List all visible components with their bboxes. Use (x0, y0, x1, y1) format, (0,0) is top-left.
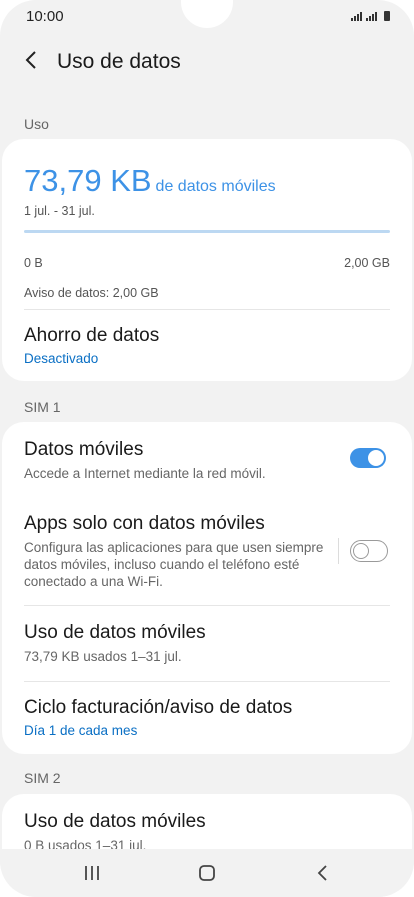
sim2-mobile-data-usage-item[interactable]: Uso de datos móviles 0 B usados 1–31 jul… (24, 811, 390, 854)
battery-icon (384, 11, 390, 21)
usage-progress-bar (24, 230, 390, 233)
toggle-knob (353, 543, 369, 559)
page-title: Uso de datos (57, 50, 181, 73)
back-icon (317, 865, 327, 881)
recent-apps-button[interactable] (80, 863, 104, 883)
screen: 10:00 Uso de datos Uso 73,79 KB de datos … (0, 0, 414, 897)
mobile-only-apps-title: Apps solo con datos móviles (24, 513, 265, 534)
toggle-knob (367, 449, 385, 467)
usage-amount: 73,79 KB (24, 163, 152, 198)
data-saver-status: Desactivado (24, 351, 99, 366)
usage-period: 1 jul. - 31 jul. (24, 204, 95, 218)
sim2-mobile-data-usage-title: Uso de datos móviles (24, 811, 206, 832)
mobile-data-usage-item[interactable]: Uso de datos móviles 73,79 KB usados 1–3… (24, 622, 390, 665)
section-label-uso: Uso (24, 116, 49, 132)
nav-back-button[interactable] (311, 863, 335, 883)
camera-notch (181, 0, 233, 28)
mobile-data-desc: Accede a Internet mediante la red móvil. (24, 466, 266, 481)
recent-apps-icon (85, 866, 99, 880)
data-saver-item[interactable]: Ahorro de datos Desactivado (24, 325, 390, 366)
billing-cycle-title: Ciclo facturación/aviso de datos (24, 697, 293, 718)
divider (24, 681, 390, 682)
divider (24, 605, 390, 606)
navigation-bar (0, 849, 414, 897)
billing-cycle-desc: Día 1 de cada mes (24, 723, 138, 738)
mobile-only-apps-item[interactable]: Apps solo con datos móviles Configura la… (24, 513, 332, 590)
mobile-data-toggle[interactable] (350, 448, 386, 468)
data-saver-title: Ahorro de datos (24, 325, 160, 346)
mobile-data-usage-title: Uso de datos móviles (24, 622, 206, 643)
billing-cycle-item[interactable]: Ciclo facturación/aviso de datos Día 1 d… (24, 697, 390, 738)
signal-icon (366, 12, 377, 21)
usage-scale-max: 2,00 GB (344, 256, 390, 270)
status-bar: 10:00 (0, 0, 414, 34)
home-button[interactable] (195, 863, 219, 883)
back-arrow-icon (25, 51, 36, 69)
section-label-sim2: SIM 2 (24, 770, 61, 786)
home-icon (199, 865, 215, 881)
signal-icon (351, 12, 362, 21)
section-label-sim1: SIM 1 (24, 399, 61, 415)
mobile-only-apps-toggle[interactable] (350, 540, 388, 562)
data-warning-text: Aviso de datos: 2,00 GB (24, 286, 159, 300)
mobile-data-item[interactable]: Datos móviles Accede a Internet mediante… (24, 439, 332, 482)
vertical-separator (338, 538, 339, 564)
app-bar: Uso de datos (0, 38, 414, 86)
mobile-data-title: Datos móviles (24, 439, 144, 460)
back-button[interactable] (18, 46, 46, 74)
usage-summary: 73,79 KB de datos móviles 1 jul. - 31 jul… (24, 163, 390, 218)
usage-unit-label: de datos móviles (155, 178, 276, 195)
mobile-only-apps-desc: Configura las aplicaciones para que usen… (24, 540, 324, 589)
divider (24, 309, 390, 310)
status-time: 10:00 (26, 8, 64, 25)
sim1-card: Datos móviles Accede a Internet mediante… (2, 422, 412, 754)
mobile-data-usage-desc: 73,79 KB usados 1–31 jul. (24, 649, 182, 664)
usage-card: 73,79 KB de datos móviles 1 jul. - 31 jul… (2, 139, 412, 381)
status-icons (351, 11, 390, 21)
usage-scale-min: 0 B (24, 256, 43, 270)
